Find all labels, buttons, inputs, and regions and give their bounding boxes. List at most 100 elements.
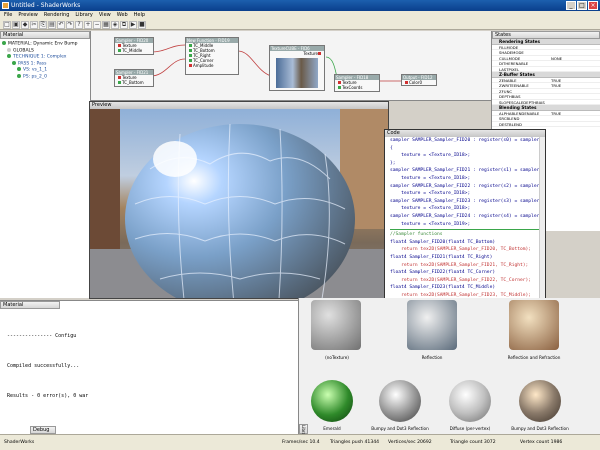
minimize-button[interactable]: _ [566,1,576,10]
state-name: SLOPESCALEDEPTHBIAS [499,99,545,104]
state-value[interactable] [549,50,600,54]
shaderworks-window: Untitled - ShaderWorks _ □ × File Preview… [0,0,600,450]
status-dot-icon [7,47,11,52]
tab-debug[interactable]: Debug [30,426,56,434]
graph-node[interactable]: Sampler - FID21 Texture TC_Bottom [114,69,154,87]
state-value[interactable] [549,116,600,120]
material-tree-item[interactable]: PS: ps_2_0 [2,73,88,81]
preview-window-title: Preview [90,102,388,109]
state-value[interactable] [549,122,600,126]
library-item-thumbnail[interactable] [449,380,491,422]
library-item-label: Diffuse (per-vertex) [449,426,491,431]
library-panel: Library (noTexture) Reflection Reflectio… [298,298,600,439]
state-name: DITHERENABLE [499,61,529,66]
run-icon[interactable]: ▶ [129,21,137,29]
graph-node[interactable]: Sampler - FID20 Texture TC_Middle [114,37,154,55]
state-value[interactable]: TRUE [549,111,600,116]
menu-library[interactable]: Library [75,11,92,20]
title-bar: Untitled - ShaderWorks _ □ × [0,0,600,11]
state-value[interactable]: TRUE [549,83,600,88]
material-tree: MATERIAL: Dynamic Env Bump GLOBALS TECHNIQ… [0,39,90,82]
copy-icon[interactable]: ⎘ [39,21,47,29]
app-icon [2,2,9,9]
code-line: texture = <Texture_ID18>; [390,175,471,181]
graph-node[interactable]: TextureCUBE - FID6 Texture [269,45,325,91]
graph-node[interactable]: Output - FID12 Color0 [401,74,437,86]
status-dot-icon [7,54,11,58]
state-value[interactable]: TRUE [549,78,600,83]
state-name: ALPHABLENDENABLE [499,110,540,116]
menu-view[interactable]: View [99,11,111,20]
open-icon[interactable]: ▣ [12,21,20,29]
status-dot-icon [12,60,16,65]
state-name: ZENABLE [499,77,517,83]
toolbar: □ ▣ ◆ ✂ ⎘ ▤ ↶ ↷? + − ▦ ◈ ⧉ ▶ ■ [0,20,600,30]
stop-icon[interactable]: ■ [138,21,146,29]
node-pin: Color0 [409,80,422,85]
code-line: float4 Sampler_FID22(float4 TC_Corner) [390,270,496,276]
state-value[interactable] [549,45,600,49]
state-name: SHADEMODE [499,50,524,55]
library-item-label: Bumpy and Dot3 Reflection [511,426,569,431]
code-line: texture = <Texture_ID18>; [390,206,471,212]
material-tree-label: PS: ps_2_0 [23,74,47,79]
maximize-button[interactable]: □ [577,1,587,10]
library-item-thumbnail[interactable] [519,380,561,422]
menu-bar: File Preview Rendering Library View Web Help [0,11,600,20]
node-pin: Amplitude [193,63,214,68]
preview-render-viewport[interactable] [90,109,388,298]
library-item-thumbnail[interactable] [407,300,457,350]
state-value[interactable] [549,89,600,93]
code-line: //Sampler functions [390,232,443,238]
status-dot-icon [17,67,21,71]
new-icon[interactable]: □ [3,21,11,29]
output-line: Compiled successfully... [7,363,80,369]
code-line: sampler SAMPLER_Sampler_FID21 : register… [390,168,540,174]
menu-file[interactable]: File [4,11,12,20]
material-tree-label: MATERIAL: Dynamic Env Bump [8,41,78,47]
paste-icon[interactable]: ▤ [48,21,56,29]
zoom-out-icon[interactable]: − [93,21,101,29]
menu-preview[interactable]: Preview [18,11,37,20]
redo-icon[interactable]: ↷ [66,21,74,29]
graph-node[interactable]: Sampler - FID18 Texture TexCoords [334,74,380,92]
library-item-thumbnail[interactable] [379,380,421,422]
state-name: ZFUNC [499,88,513,94]
undo-icon[interactable]: ↶ [57,21,65,29]
close-button[interactable]: × [588,1,598,10]
help-icon[interactable]: ? [75,21,83,29]
state-value[interactable] [549,94,600,98]
code-line: }; [390,160,396,166]
state-value[interactable] [549,100,600,104]
state-value[interactable] [549,61,600,65]
library-item-thumbnail[interactable] [311,380,353,422]
zoom-in-icon[interactable]: + [84,21,92,29]
library-item-label: Reflection and Refraction [507,355,561,360]
states-panel-header: States [492,31,600,39]
cut-icon[interactable]: ✂ [30,21,38,29]
state-value[interactable] [549,67,600,71]
node-pin: TexCoords [342,85,363,90]
node-icon[interactable]: ◈ [111,21,119,29]
grid-icon[interactable]: ▦ [102,21,110,29]
state-name: DESTBLEND [499,121,522,127]
link-icon[interactable]: ⧉ [120,21,128,29]
state-row[interactable]: DESTBLEND [492,121,600,128]
preview-window[interactable]: Preview [89,101,389,299]
library-item-thumbnail[interactable] [509,300,559,350]
tab-material[interactable]: Material [0,301,60,309]
menu-help[interactable]: Help [134,11,145,20]
library-item-thumbnail[interactable] [311,300,361,350]
menu-rendering[interactable]: Rendering [44,11,70,20]
save-icon[interactable]: ◆ [21,21,29,29]
code-line: sampler SAMPLER_Sampler_FID23 : register… [390,198,540,204]
material-tree-label: TECHNIQUE 1: Complex [13,54,67,60]
code-window-title: Code [385,130,545,137]
material-tree-item[interactable]: MATERIAL: Dynamic Env Bump [2,41,88,48]
menu-web[interactable]: Web [117,11,128,20]
state-value[interactable]: NONE [549,56,600,61]
shader-graph-canvas[interactable]: Sampler - FID20 Texture TC_Middle New Fu… [91,31,491,101]
status-triangles-push: Triangles push 41344 [330,440,380,445]
graph-node[interactable]: New Function - FID19 TC_Middle TC_Bottom… [185,37,239,75]
output-line: --------------- Configu [7,333,77,339]
